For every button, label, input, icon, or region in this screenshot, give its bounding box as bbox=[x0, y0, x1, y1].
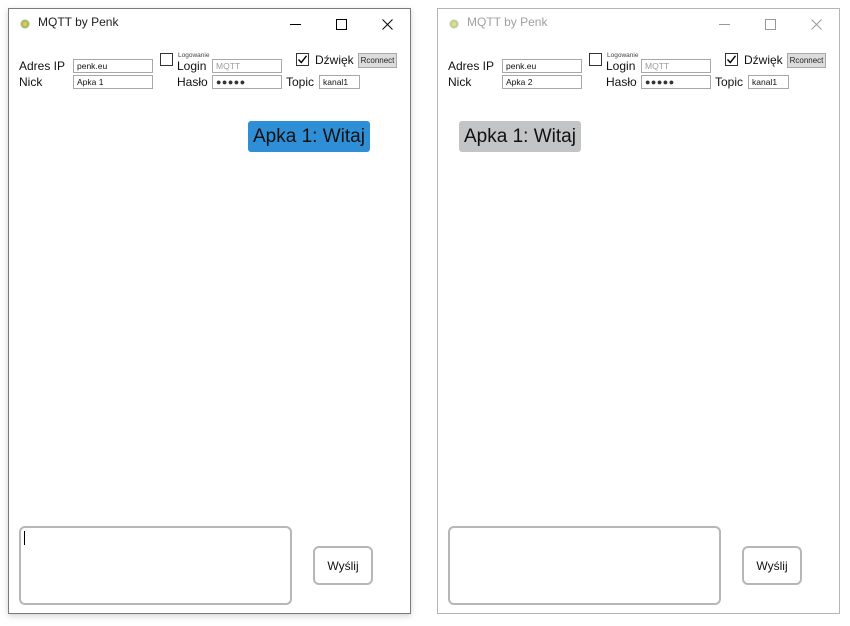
mqtt-window-1: MQTT by Penk Adres IP penk.eu Nick Apka … bbox=[8, 8, 411, 614]
login-input[interactable]: MQTT bbox=[641, 59, 711, 73]
nick-label: Nick bbox=[448, 75, 472, 89]
title-bar[interactable]: MQTT by Penk bbox=[9, 9, 410, 39]
close-icon bbox=[810, 18, 822, 30]
minimize-button[interactable] bbox=[272, 9, 318, 39]
login-caption: Logowanie bbox=[607, 52, 639, 59]
app-icon bbox=[19, 17, 31, 29]
login-checkbox[interactable] bbox=[589, 53, 602, 66]
checkmark-icon bbox=[297, 55, 308, 64]
topic-label: Topic bbox=[715, 75, 744, 89]
minimize-button[interactable] bbox=[701, 9, 747, 39]
password-label: Hasło bbox=[606, 75, 637, 89]
maximize-icon bbox=[335, 18, 347, 30]
window-title: MQTT by Penk bbox=[38, 15, 119, 29]
nick-label: Nick bbox=[19, 75, 43, 89]
message-bubble: Apka 1: Witaj bbox=[459, 121, 581, 152]
send-button[interactable]: Wyślij bbox=[313, 546, 373, 585]
reconnect-button[interactable]: Rconnect bbox=[358, 53, 397, 68]
window-title: MQTT by Penk bbox=[467, 15, 548, 29]
ip-input[interactable]: penk.eu bbox=[73, 59, 153, 73]
title-bar[interactable]: MQTT by Penk bbox=[438, 9, 839, 39]
reconnect-button[interactable]: Rconnect bbox=[787, 53, 826, 68]
minimize-icon bbox=[289, 23, 301, 25]
sound-checkbox[interactable] bbox=[296, 53, 309, 66]
close-button[interactable] bbox=[364, 9, 410, 39]
login-label: Login bbox=[606, 59, 636, 73]
message-bubble: Apka 1: Witaj bbox=[248, 121, 370, 152]
checkmark-icon bbox=[726, 55, 737, 64]
maximize-button[interactable] bbox=[747, 9, 793, 39]
topic-input[interactable]: kanal1 bbox=[748, 75, 789, 89]
maximize-button[interactable] bbox=[318, 9, 364, 39]
maximize-icon bbox=[764, 18, 776, 30]
minimize-icon bbox=[718, 23, 730, 25]
message-input[interactable] bbox=[19, 526, 292, 605]
ip-input[interactable]: penk.eu bbox=[502, 59, 582, 73]
close-button[interactable] bbox=[793, 9, 839, 39]
ip-label: Adres IP bbox=[19, 59, 66, 73]
login-input[interactable]: MQTT bbox=[212, 59, 282, 73]
password-input[interactable]: ●●●●● bbox=[212, 75, 282, 89]
nick-input[interactable]: Apka 2 bbox=[502, 75, 582, 89]
message-input[interactable] bbox=[448, 526, 721, 605]
close-icon bbox=[381, 18, 393, 30]
password-input[interactable]: ●●●●● bbox=[641, 75, 711, 89]
nick-input[interactable]: Apka 1 bbox=[73, 75, 153, 89]
text-caret bbox=[24, 531, 25, 545]
password-label: Hasło bbox=[177, 75, 208, 89]
app-icon bbox=[448, 17, 460, 29]
login-label: Login bbox=[177, 59, 207, 73]
sound-label: Dźwięk bbox=[744, 53, 783, 67]
login-caption: Logowanie bbox=[178, 52, 210, 59]
send-button[interactable]: Wyślij bbox=[742, 546, 802, 585]
sound-label: Dźwięk bbox=[315, 53, 354, 67]
topic-input[interactable]: kanal1 bbox=[319, 75, 360, 89]
login-checkbox[interactable] bbox=[160, 53, 173, 66]
topic-label: Topic bbox=[286, 75, 315, 89]
sound-checkbox[interactable] bbox=[725, 53, 738, 66]
ip-label: Adres IP bbox=[448, 59, 495, 73]
mqtt-window-2: MQTT by Penk Adres IP penk.eu Nick Apka … bbox=[437, 8, 840, 614]
